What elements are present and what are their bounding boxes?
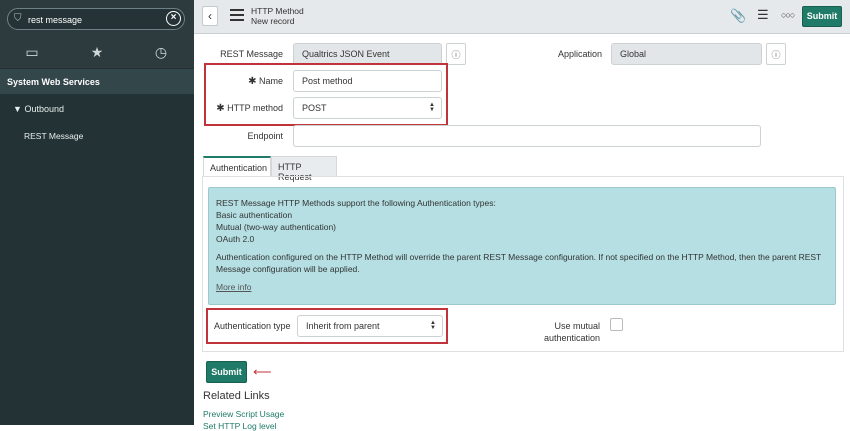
navigator-filter[interactable]: ⛉ × (7, 8, 185, 30)
back-button[interactable]: ‹ (202, 6, 218, 26)
nav-section-label: System Web Services (7, 77, 100, 87)
nav-section-system-web-services[interactable]: System Web Services (0, 68, 194, 94)
submit-button[interactable]: Submit (206, 361, 247, 383)
required-icon: ✱ (216, 103, 225, 114)
preview-script-usage-link[interactable]: Preview Script Usage (203, 409, 284, 419)
star-icon[interactable]: ★ (82, 44, 112, 61)
endpoint-input[interactable] (293, 125, 761, 147)
select-arrows-icon: ▲ ▼ (429, 102, 435, 113)
required-icon: ✱ (248, 76, 257, 87)
nav-group-outbound[interactable]: ▼ Outbound (13, 104, 64, 114)
info-icon[interactable]: ⓘ (446, 43, 466, 65)
hamburger-menu-icon[interactable] (230, 9, 244, 21)
application-field[interactable]: Global (611, 43, 762, 65)
info-paragraph: Authentication configured on the HTTP Me… (216, 252, 822, 274)
info-line: REST Message HTTP Methods support the fo… (216, 198, 496, 208)
clock-icon[interactable]: ◷ (146, 44, 176, 61)
info-message: REST Message HTTP Methods support the fo… (208, 187, 836, 305)
form-header: ‹ HTTP Method New record 📎 ☰ ○○○ Submit (194, 0, 850, 34)
name-label: Name (258, 76, 283, 86)
related-links-title: Related Links (203, 390, 270, 402)
application-label: Application (557, 49, 602, 59)
record-type-title: HTTP Method (251, 6, 304, 16)
settings-sliders-icon[interactable]: ☰ (757, 7, 769, 23)
http-method-label: HTTP method (227, 103, 283, 113)
use-mutual-authentication-checkbox[interactable] (610, 318, 623, 331)
triangle-down-icon: ▼ (13, 104, 22, 114)
http-method-value: POST (302, 103, 327, 113)
info-icon[interactable]: ⓘ (766, 43, 786, 65)
navigator-search-input[interactable] (28, 12, 168, 27)
nav-item-rest-message[interactable]: REST Message (24, 131, 83, 141)
http-method-select[interactable]: POST ▲ ▼ (293, 97, 442, 119)
arrow-left-annotation-icon: ⟵ (253, 364, 272, 379)
info-line: OAuth 2.0 (216, 234, 255, 244)
filter-icon: ⛉ (14, 13, 22, 24)
header-submit-button[interactable]: Submit (802, 6, 842, 27)
info-line: Mutual (two-way authentication) (216, 222, 337, 232)
authentication-type-select[interactable]: Inherit from parent ▲ ▼ (297, 315, 443, 337)
rest-message-label: REST Message (220, 49, 283, 59)
tab-authentication[interactable]: Authentication (203, 156, 271, 177)
name-input[interactable]: Post method (293, 70, 442, 92)
tab-http-request[interactable]: HTTP Request (271, 156, 337, 182)
record-subtitle: New record (251, 16, 295, 26)
nav-group-label: Outbound (24, 104, 64, 114)
attachment-icon[interactable]: 📎 (730, 8, 746, 24)
use-mutual-authentication-label: Use mutual authentication (543, 321, 600, 343)
set-http-log-level-link[interactable]: Set HTTP Log level (203, 421, 277, 431)
nav-section-content: ▼ Outbound REST Message (0, 94, 194, 425)
authentication-type-value: Inherit from parent (306, 321, 380, 331)
archive-icon[interactable]: ▭ (17, 44, 47, 61)
sidebar: ⛉ × ▭ ★ ◷ System Web Services ▼ Outbound… (0, 0, 194, 425)
clear-search-icon[interactable]: × (166, 11, 181, 26)
more-info-link[interactable]: More info (216, 281, 828, 293)
rest-message-field[interactable]: Qualtrics JSON Event (293, 43, 442, 65)
info-line: Basic authentication (216, 210, 293, 220)
authentication-type-label: Authentication type (214, 321, 291, 331)
more-options-icon[interactable]: ○○○ (781, 10, 795, 20)
select-arrows-icon: ▲ ▼ (430, 320, 436, 331)
endpoint-label: Endpoint (247, 131, 283, 141)
